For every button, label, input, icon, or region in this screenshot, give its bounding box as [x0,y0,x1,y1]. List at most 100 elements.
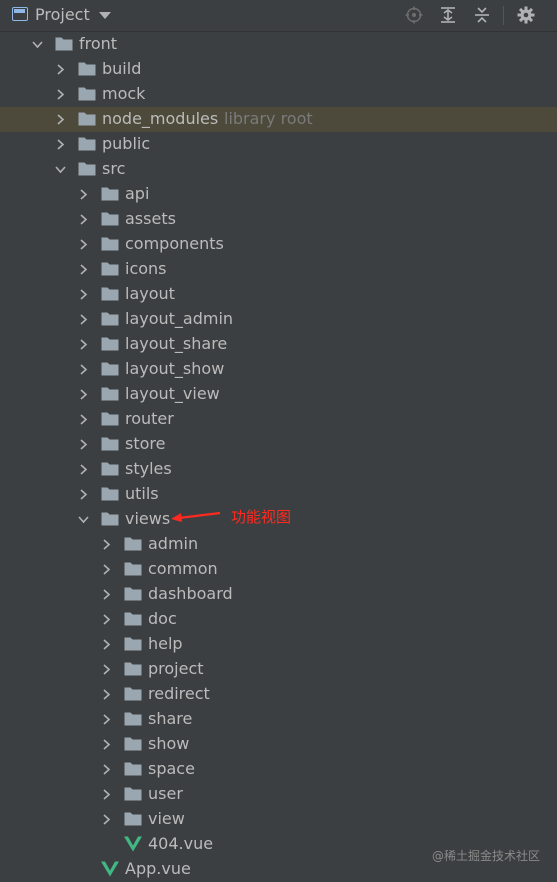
tree-folder-row[interactable]: dashboard [0,582,557,607]
chevron-right-icon[interactable] [78,189,89,200]
tree-item-label: src [102,159,126,178]
chevron-right-icon[interactable] [101,689,112,700]
tree-folder-row[interactable]: user [0,782,557,807]
expand-all-icon[interactable] [439,6,457,24]
project-window-icon [12,7,28,21]
tree-folder-row[interactable]: assets [0,207,557,232]
tree-folder-row[interactable]: layout [0,282,557,307]
tree-folder-row[interactable]: front [0,32,557,57]
tree-folder-row[interactable]: utils [0,482,557,507]
project-toolbar: Project [0,0,557,32]
vue-file-icon [124,836,142,852]
tree-folder-row[interactable]: doc [0,607,557,632]
chevron-right-icon[interactable] [78,414,89,425]
chevron-down-icon[interactable] [78,514,89,525]
tree-item-label: layout_admin [125,309,234,328]
chevron-right-icon[interactable] [78,464,89,475]
chevron-right-icon[interactable] [78,364,89,375]
chevron-right-icon[interactable] [55,64,66,75]
tree-item-label: user [148,784,183,803]
tree-folder-row[interactable]: public [0,132,557,157]
folder-icon [124,787,142,801]
folder-icon [101,262,119,276]
toolbar-separator [503,6,504,25]
folder-icon [101,187,119,201]
folder-icon [55,37,73,51]
locate-target-icon[interactable] [405,6,423,24]
tree-item-label: view [148,809,185,828]
tree-item-label: layout_show [125,359,225,378]
folder-icon [124,612,142,626]
chevron-right-icon[interactable] [101,789,112,800]
chevron-right-icon[interactable] [78,389,89,400]
chevron-right-icon[interactable] [78,439,89,450]
tree-folder-row[interactable]: layout_view [0,382,557,407]
tree-item-label: public [102,134,151,153]
folder-icon [101,312,119,326]
chevron-right-icon[interactable] [101,589,112,600]
chevron-right-icon[interactable] [55,139,66,150]
tree-folder-row[interactable]: redirect [0,682,557,707]
folder-icon [124,687,142,701]
folder-icon [124,537,142,551]
tree-folder-row[interactable]: share [0,707,557,732]
tree-folder-row[interactable]: show [0,732,557,757]
vue-file-icon [101,861,119,877]
tree-item-label: assets [125,209,176,228]
tree-folder-row[interactable]: view [0,807,557,832]
chevron-right-icon[interactable] [78,489,89,500]
tree-folder-row[interactable]: components [0,232,557,257]
chevron-right-icon[interactable] [101,539,112,550]
chevron-right-icon[interactable] [78,339,89,350]
watermark: @稀土掘金技术社区 [432,849,541,863]
chevron-down-icon[interactable] [32,39,43,50]
chevron-right-icon[interactable] [101,714,112,725]
tree-folder-row[interactable]: common [0,557,557,582]
tree-folder-row[interactable]: api [0,182,557,207]
tree-item-label: redirect [148,684,210,703]
chevron-right-icon[interactable] [101,639,112,650]
chevron-right-icon[interactable] [101,614,112,625]
chevron-right-icon[interactable] [101,664,112,675]
tree-folder-row[interactable]: node_modules library root [0,107,557,132]
chevron-right-icon[interactable] [78,314,89,325]
folder-icon [124,637,142,651]
tree-folder-row[interactable]: build [0,57,557,82]
tree-item-label: api [125,184,150,203]
tree-folder-row[interactable]: layout_admin [0,307,557,332]
tree-item-label: front [79,34,118,53]
chevron-right-icon[interactable] [101,764,112,775]
tree-folder-row[interactable]: mock [0,82,557,107]
tree-folder-row[interactable]: styles [0,457,557,482]
chevron-right-icon[interactable] [101,814,112,825]
tree-item-label: build [102,59,142,78]
tree-folder-row[interactable]: layout_share [0,332,557,357]
chevron-right-icon[interactable] [78,289,89,300]
collapse-all-icon[interactable] [473,6,491,24]
tree-folder-row[interactable]: space [0,757,557,782]
settings-gear-icon[interactable] [517,6,535,24]
tree-folder-row[interactable]: router [0,407,557,432]
tree-folder-row[interactable]: project [0,657,557,682]
tree-item-label: layout_share [125,334,228,353]
chevron-right-icon[interactable] [78,264,89,275]
dropdown-caret-icon[interactable] [99,12,111,19]
chevron-right-icon[interactable] [78,214,89,225]
tree-item-label: share [148,709,193,728]
chevron-right-icon[interactable] [55,89,66,100]
tree-folder-row[interactable]: store [0,432,557,457]
tree-folder-row[interactable]: src [0,157,557,182]
tree-folder-row[interactable]: help [0,632,557,657]
chevron-right-icon[interactable] [55,114,66,125]
chevron-right-icon[interactable] [101,739,112,750]
chevron-down-icon[interactable] [55,164,66,175]
folder-icon [101,212,119,226]
folder-icon [124,812,142,826]
chevron-right-icon[interactable] [101,564,112,575]
tree-folder-row[interactable]: layout_show [0,357,557,382]
tree-folder-row[interactable]: admin [0,532,557,557]
tree-folder-row[interactable]: icons [0,257,557,282]
chevron-right-icon[interactable] [78,239,89,250]
library-root-hint: library root [224,109,313,128]
project-view-selector[interactable]: Project [35,5,90,24]
